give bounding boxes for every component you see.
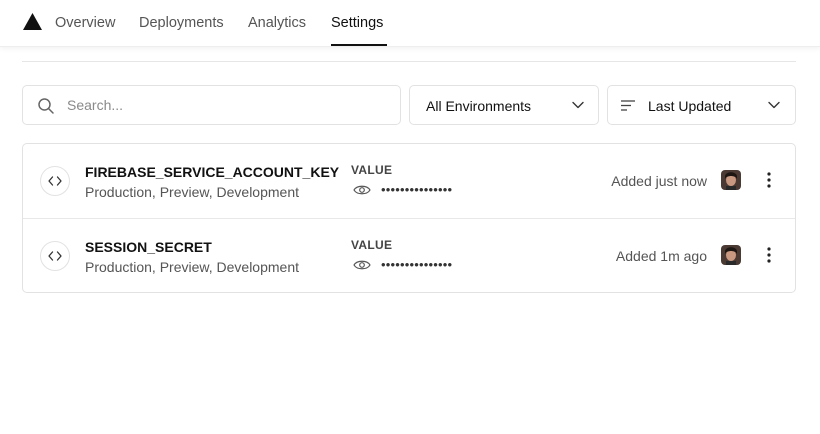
more-vertical-icon[interactable] [764, 245, 774, 265]
env-var-row[interactable]: FIREBASE_SERVICE_ACCOUNT_KEY Production,… [23, 144, 795, 218]
environment-select[interactable]: All Environments [409, 85, 599, 125]
tab-overview[interactable]: Overview [55, 15, 115, 31]
code-icon [40, 166, 70, 196]
search-icon [38, 98, 54, 114]
env-var-environments: Production, Preview, Development [85, 184, 299, 200]
added-timestamp: Added 1m ago [615, 248, 707, 264]
sort-lines-icon [621, 100, 635, 111]
env-var-name: SESSION_SECRET [85, 239, 212, 255]
value-label: VALUE [351, 238, 393, 252]
env-var-name: FIREBASE_SERVICE_ACCOUNT_KEY [85, 164, 340, 180]
env-var-row[interactable]: SESSION_SECRET Production, Preview, Deve… [23, 218, 795, 292]
more-vertical-icon[interactable] [764, 170, 774, 190]
avatar[interactable] [721, 170, 741, 190]
sort-select[interactable]: Last Updated [607, 85, 796, 125]
search-box[interactable] [22, 85, 401, 125]
env-var-environments: Production, Preview, Development [85, 259, 299, 275]
masked-value: ••••••••••••••• [381, 182, 453, 197]
chevron-down-icon [768, 101, 780, 109]
tab-settings[interactable]: Settings [331, 15, 383, 31]
sort-select-value: Last Updated [648, 98, 732, 114]
env-var-list: FIREBASE_SERVICE_ACCOUNT_KEY Production,… [22, 143, 796, 293]
tab-analytics[interactable]: Analytics [248, 15, 306, 31]
eye-icon[interactable] [353, 184, 371, 196]
triangle-logo-icon[interactable] [23, 13, 42, 30]
eye-icon[interactable] [353, 259, 371, 271]
code-icon [40, 241, 70, 271]
chevron-down-icon [572, 101, 584, 109]
added-timestamp: Added just now [611, 173, 707, 189]
avatar[interactable] [721, 245, 741, 265]
section-divider [22, 61, 796, 62]
top-nav-bar: Overview Deployments Analytics Settings [0, 0, 820, 47]
tab-deployments[interactable]: Deployments [139, 15, 224, 31]
masked-value: ••••••••••••••• [381, 257, 453, 272]
environment-select-value: All Environments [426, 98, 532, 114]
value-label: VALUE [351, 163, 393, 177]
search-input[interactable] [67, 87, 387, 123]
active-tab-indicator [331, 44, 387, 46]
